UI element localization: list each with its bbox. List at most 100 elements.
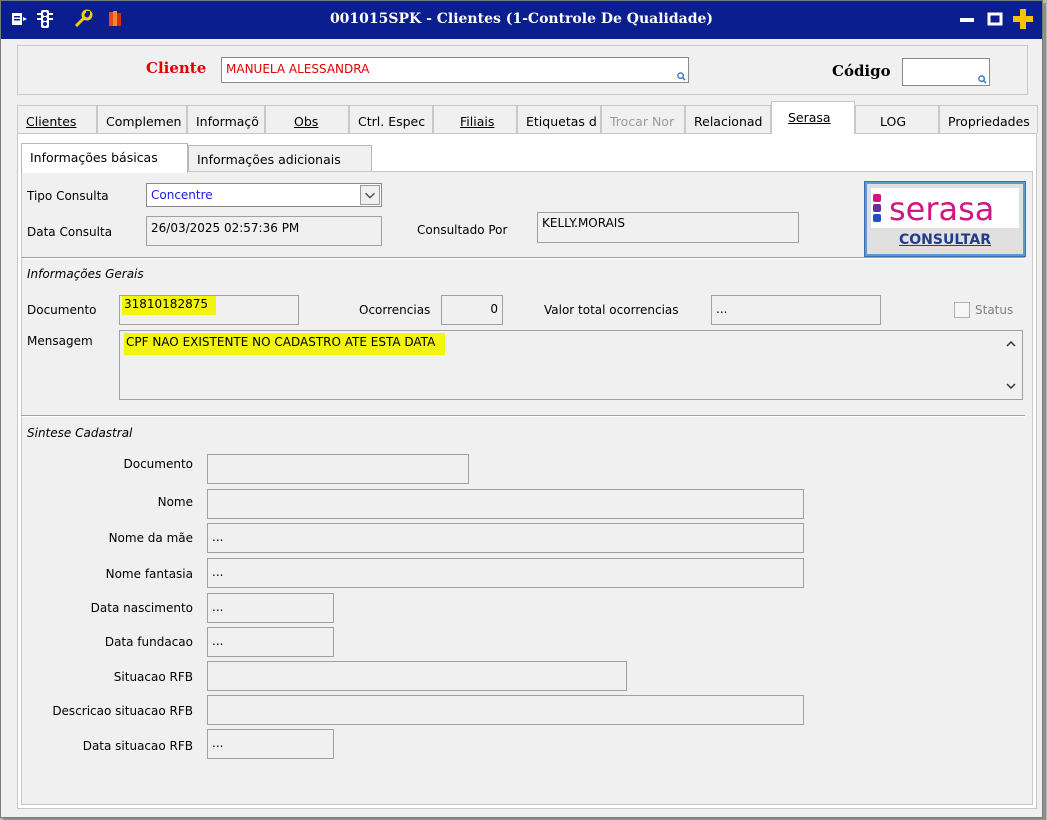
lookup-icon[interactable] xyxy=(677,72,686,81)
tab-label: Trocar Nor xyxy=(610,114,675,129)
tipo-consulta-value: Concentre xyxy=(151,188,213,202)
serasa-logo: serasa xyxy=(871,188,1019,228)
tab-label: Clientes xyxy=(26,114,77,129)
tab-label: Ctrl. Espec xyxy=(358,114,426,129)
scroll-down-icon[interactable] xyxy=(1006,381,1016,391)
consultado-por-field: KELLY.MORAIS xyxy=(537,212,799,243)
subtab-informacoes-adicionais[interactable]: Informações adicionais xyxy=(188,145,372,173)
documento-field: 31810182875 xyxy=(119,295,299,325)
data-consulta-label: Data Consulta xyxy=(27,225,113,239)
tab-complementos[interactable]: Complemen xyxy=(97,105,187,133)
serasa-mark-icon xyxy=(873,194,881,222)
serasa-logo-text: serasa xyxy=(889,190,995,228)
subtab-informacoes-basicas[interactable]: Informações básicas xyxy=(21,143,188,173)
sintese-nome-fantasia-value: ... xyxy=(212,565,224,579)
consultar-label: CONSULTAR xyxy=(898,232,992,248)
client-bar: Cliente MANUELA ALESSANDRA Código xyxy=(17,45,1028,95)
divider xyxy=(21,257,1025,259)
divider xyxy=(21,415,1025,417)
sintese-nome-mae-label: Nome da mãe xyxy=(108,531,193,545)
maximize-icon[interactable] xyxy=(985,9,1005,29)
ocorrencias-value: 0 xyxy=(490,302,498,316)
scroll-up-icon[interactable] xyxy=(1006,339,1016,349)
sintese-data-fundacao-value: ... xyxy=(212,634,224,648)
documento-value: 31810182875 xyxy=(122,296,216,315)
sintese-data-nascimento-field: ... xyxy=(207,593,334,623)
data-consulta-value: 26/03/2025 02:57:36 PM xyxy=(151,221,300,235)
sintese-nome-mae-value: ... xyxy=(212,530,224,544)
sintese-descricao-situacao-field xyxy=(207,695,804,725)
cliente-label: Cliente xyxy=(146,59,207,77)
tab-ctrl-espec[interactable]: Ctrl. Espec xyxy=(349,105,433,133)
subtab-label: Informações adicionais xyxy=(197,152,341,167)
sintese-nome-field xyxy=(207,489,804,519)
dropdown-button[interactable] xyxy=(360,185,380,205)
tab-label: Etiquetas d xyxy=(526,114,597,129)
sintese-data-nascimento-label: Data nascimento xyxy=(90,601,193,615)
tab-label: LOG xyxy=(880,114,907,129)
sintese-data-situacao-label: Data situacao RFB xyxy=(82,739,193,753)
tab-propriedades[interactable]: Propriedades xyxy=(939,105,1038,133)
lookup-icon[interactable] xyxy=(978,75,987,84)
tab-obs[interactable]: Obs xyxy=(265,105,349,133)
sintese-data-situacao-value: ... xyxy=(212,736,224,750)
codigo-label: Código xyxy=(832,62,891,80)
mensagem-label: Mensagem xyxy=(27,334,93,348)
minimize-icon[interactable] xyxy=(957,9,977,29)
tab-label: Relacionad xyxy=(694,114,763,129)
sintese-cadastral-title: Sintese Cadastral xyxy=(27,426,133,440)
codigo-input[interactable] xyxy=(902,58,990,86)
tab-label: Obs xyxy=(294,114,319,129)
main-tabs: Clientes Complemen Informaçõ Obs Ctrl. E… xyxy=(17,101,1038,134)
informacoes-gerais-title: Informações Gerais xyxy=(27,267,144,281)
sintese-nome-fantasia-label: Nome fantasia xyxy=(105,567,193,581)
tab-filiais[interactable]: Filiais xyxy=(433,105,517,133)
title-bar: 001015SPK - Clientes (1-Controle De Qual… xyxy=(1,1,1042,39)
tab-label: Informaçõ xyxy=(196,114,259,129)
sintese-data-situacao-field: ... xyxy=(207,729,334,759)
tipo-consulta-label: Tipo Consulta xyxy=(27,189,109,203)
tab-etiquetas[interactable]: Etiquetas d xyxy=(517,105,601,133)
valor-total-label: Valor total ocorrencias xyxy=(544,303,679,317)
sintese-nome-mae-field: ... xyxy=(207,523,804,553)
consultado-por-label: Consultado Por xyxy=(417,223,508,237)
tab-label: Filiais xyxy=(460,114,495,129)
tab-serasa[interactable]: Serasa xyxy=(771,101,855,134)
valor-total-field: ... xyxy=(711,295,881,325)
tab-informacoes[interactable]: Informaçõ xyxy=(187,105,265,133)
sintese-nome-label: Nome xyxy=(157,495,193,509)
sintese-nome-fantasia-field: ... xyxy=(207,558,804,588)
tab-clientes[interactable]: Clientes xyxy=(17,105,97,133)
tab-trocar-nome[interactable]: Trocar Nor xyxy=(601,105,685,133)
tab-log[interactable]: LOG xyxy=(855,105,939,133)
tab-label: Propriedades xyxy=(948,114,1030,129)
documento-label: Documento xyxy=(27,303,97,317)
sintese-data-nascimento-value: ... xyxy=(212,600,224,614)
add-icon[interactable] xyxy=(1011,7,1035,31)
cliente-input[interactable]: MANUELA ALESSANDRA xyxy=(221,57,689,83)
sintese-documento-field xyxy=(207,454,469,484)
tab-label: Serasa xyxy=(788,110,831,125)
sintese-situacao-rfb-field xyxy=(207,661,627,691)
ocorrencias-label: Ocorrencias xyxy=(359,303,431,317)
ocorrencias-field: 0 xyxy=(441,295,503,325)
sintese-situacao-rfb-label: Situacao RFB xyxy=(113,670,193,684)
subtab-label: Informações básicas xyxy=(30,150,158,165)
valor-total-value: ... xyxy=(716,302,728,316)
mensagem-value: CPF NAO EXISTENTE NO CADASTRO ATE ESTA D… xyxy=(124,333,446,355)
chevron-down-icon xyxy=(365,192,375,199)
status-checkbox[interactable] xyxy=(954,302,970,318)
consultado-por-value: KELLY.MORAIS xyxy=(542,216,625,230)
sintese-documento-label: Documento xyxy=(123,457,193,471)
sintese-data-fundacao-label: Data fundacao xyxy=(104,635,193,649)
data-consulta-field: 26/03/2025 02:57:36 PM xyxy=(146,216,382,246)
status-label: Status xyxy=(975,303,1014,317)
mensagem-textarea[interactable]: CPF NAO EXISTENTE NO CADASTRO ATE ESTA D… xyxy=(119,330,1023,400)
cliente-value: MANUELA ALESSANDRA xyxy=(226,62,370,76)
sintese-data-fundacao-field: ... xyxy=(207,627,334,657)
serasa-consultar-button[interactable]: serasa CONSULTAR xyxy=(864,181,1026,257)
tab-relacionados[interactable]: Relacionad xyxy=(685,105,771,133)
tipo-consulta-select[interactable]: Concentre xyxy=(146,183,382,207)
sintese-descricao-situacao-label: Descricao situacao RFB xyxy=(52,704,193,718)
tab-label: Complemen xyxy=(106,114,182,129)
